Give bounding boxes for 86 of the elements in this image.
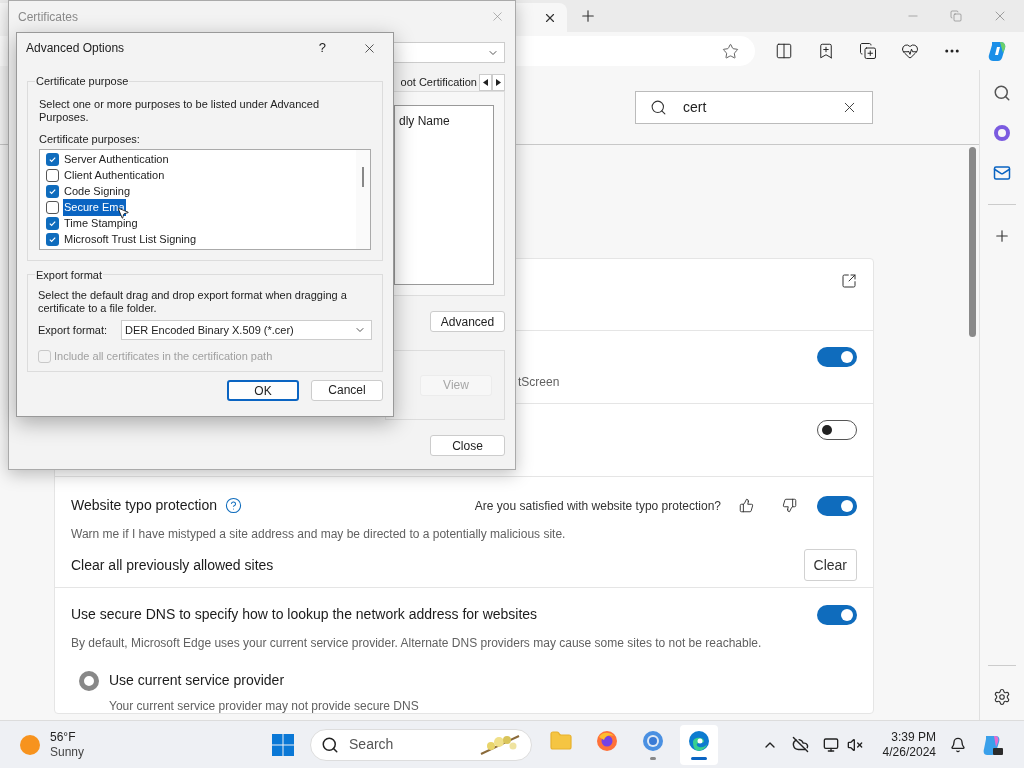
heart-pulse-icon[interactable] <box>901 42 919 60</box>
windows-icon[interactable] <box>272 733 295 756</box>
firefox-icon[interactable] <box>595 729 620 753</box>
clock-date[interactable]: 4/26/2024 <box>882 744 936 760</box>
checkmark-icon <box>48 187 57 196</box>
star-icon[interactable] <box>722 42 739 60</box>
cloud-off-icon[interactable] <box>791 736 809 753</box>
radio-button[interactable] <box>79 670 99 691</box>
copy-plus-icon[interactable] <box>859 42 877 60</box>
group-title: Export format <box>35 267 104 283</box>
help-icon[interactable] <box>225 497 243 514</box>
export-format-select[interactable]: DER Encoded Binary X.509 (*.cer) <box>121 320 372 340</box>
setting-title: Website typo protection <box>71 496 218 515</box>
help-button[interactable]: ? <box>318 38 326 58</box>
group-title: Certificate purpose <box>35 74 130 89</box>
toggle-switch[interactable] <box>817 420 857 440</box>
list-label: Certificate purposes: <box>39 132 141 146</box>
radio-label: Use current service provider <box>109 671 285 690</box>
split-screen-icon[interactable] <box>775 42 793 60</box>
toggle-switch[interactable] <box>817 495 857 516</box>
instructions-text: Select one or more purposes to be listed under Advanced Purposes. <box>39 97 321 124</box>
add-icon[interactable] <box>993 227 1011 245</box>
settings-icon[interactable] <box>993 688 1011 706</box>
list-item[interactable]: Microsoft Trust List Signing <box>63 231 198 248</box>
setting-title: Clear all previously allowed sites <box>71 555 274 575</box>
tab-scroll-left-button[interactable] <box>479 73 492 91</box>
setting-description: Warn me if I have mistyped a site address and may be directed to a potentially malicious site. <box>71 526 567 543</box>
list-item[interactable]: Time Stamping <box>63 215 139 232</box>
temperature: 56°F <box>50 729 77 745</box>
field-label: Export format: <box>38 322 109 338</box>
left-triangle-icon <box>483 78 488 86</box>
instructions-text: Select the default drag and drop export format when dragging a certificate to a file folder. <box>38 289 348 315</box>
bell-icon[interactable] <box>950 736 966 753</box>
clock-time[interactable]: 3:39 PM <box>891 729 936 745</box>
window-title: Certificates <box>18 8 79 26</box>
certificate-list[interactable]: dly Name <box>394 105 494 285</box>
advanced-button[interactable]: Advanced <box>430 311 505 332</box>
scrollbar-thumb[interactable] <box>362 166 364 187</box>
ring-icon[interactable] <box>993 124 1011 142</box>
muted-speaker-icon[interactable] <box>846 736 863 753</box>
dialog-button[interactable]: Cancel <box>311 379 383 401</box>
checkbox-label: Include all certificates in the certification path <box>54 349 273 364</box>
search-placeholder: Search <box>349 735 394 754</box>
taskbar-app[interactable] <box>680 724 719 765</box>
toggle-switch[interactable] <box>817 347 857 367</box>
search-icon <box>650 98 667 116</box>
search-value: cert <box>683 97 707 117</box>
dialog-title: Advanced Options <box>26 40 125 57</box>
weather-condition: Sunny <box>50 744 85 760</box>
bookmark-icon[interactable] <box>817 42 835 60</box>
column-header[interactable]: dly Name <box>399 112 450 284</box>
toggle-switch[interactable] <box>817 604 857 625</box>
dialog-button[interactable]: OK <box>227 379 299 401</box>
thumbs-down-icon[interactable] <box>782 498 797 513</box>
feedback-question: Are you satisfied with website typo protection? <box>474 497 721 515</box>
search-icon <box>321 735 340 754</box>
checkbox[interactable] <box>46 201 59 214</box>
setting-description: tScreen <box>518 374 560 391</box>
right-triangle-icon <box>496 78 501 86</box>
mail-icon[interactable] <box>993 164 1011 182</box>
clear-button[interactable]: Clear <box>803 549 857 581</box>
browser-icon[interactable] <box>641 729 666 753</box>
list-item[interactable]: Server Authentication <box>63 151 170 168</box>
scrollbar-thumb[interactable] <box>969 147 976 337</box>
checkbox[interactable] <box>46 233 59 246</box>
search-icon[interactable] <box>993 84 1011 102</box>
tab[interactable]: oot Certification <box>400 73 479 91</box>
external-link-icon[interactable] <box>841 273 857 289</box>
checkbox[interactable] <box>46 169 59 182</box>
search-field[interactable]: cert <box>635 90 873 124</box>
tab-scroll-right-button[interactable] <box>492 73 505 91</box>
taskbar-search[interactable]: Search <box>310 728 533 761</box>
edge-icon[interactable] <box>687 729 712 753</box>
close-button[interactable]: Close <box>430 435 505 456</box>
checkbox[interactable] <box>46 217 59 230</box>
option-description: Your current service provider may not provide secure DNS <box>109 700 420 713</box>
checkbox[interactable] <box>46 185 59 198</box>
checkmark-icon <box>48 155 57 164</box>
new-tab-icon[interactable] <box>579 7 597 25</box>
setting-title: Use secure DNS to specify how to lookup the network address for websites <box>71 605 538 624</box>
list-item[interactable]: Code Signing <box>63 183 132 200</box>
setting-description: By default, Microsoft Edge uses your current service provider. Alternate DNS providers may cause some sites to not be reachable. <box>71 635 763 652</box>
checkbox[interactable] <box>46 153 59 166</box>
thumbs-up-icon[interactable] <box>739 498 754 513</box>
monitor-icon[interactable] <box>822 736 839 753</box>
list-item[interactable]: Client Authentication <box>63 167 166 184</box>
